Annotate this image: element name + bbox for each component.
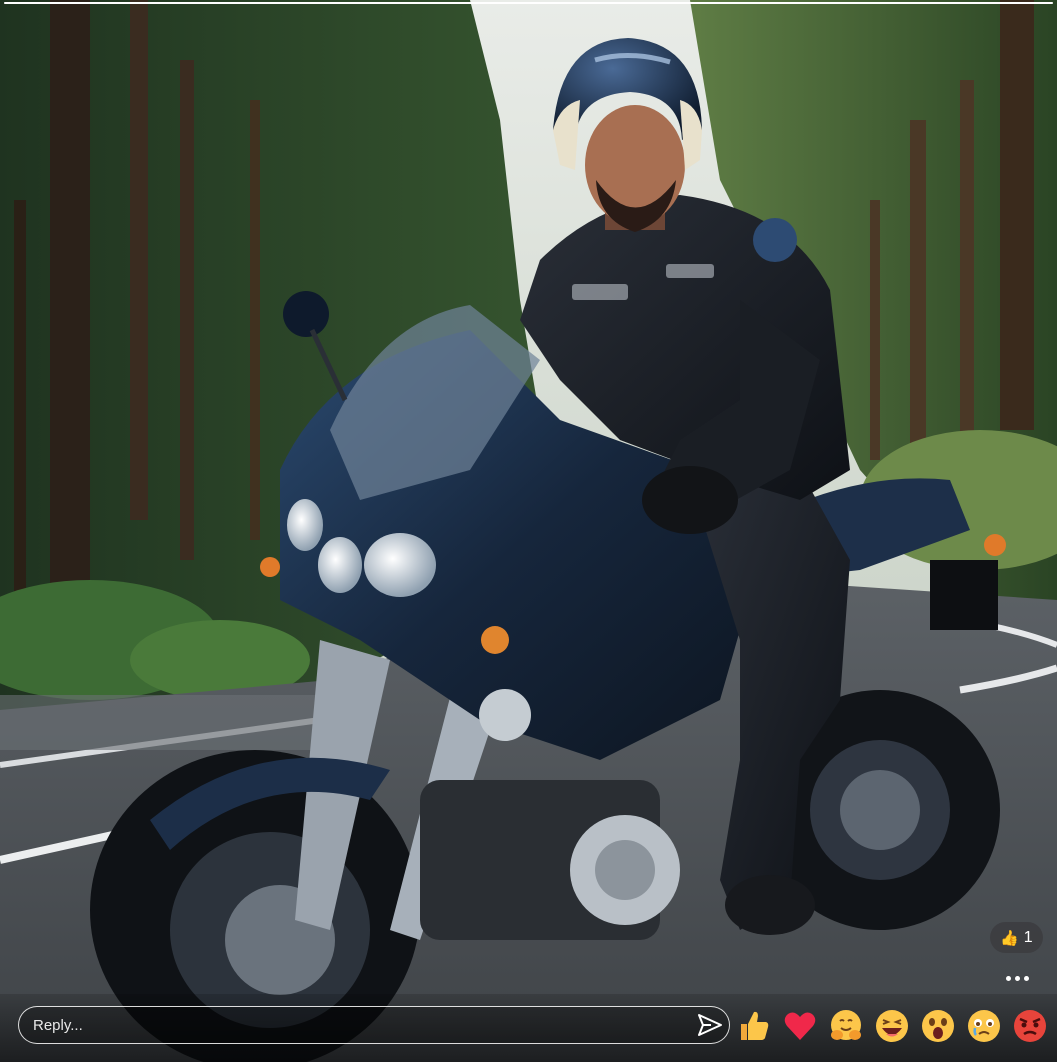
reaction-count-chip[interactable]: 👍 1 <box>990 922 1043 953</box>
more-options-button[interactable] <box>1000 966 1034 990</box>
red-heart-emoji[interactable] <box>782 1008 818 1044</box>
reply-input[interactable] <box>31 1007 675 1044</box>
more-dot <box>1014 975 1020 981</box>
surprised-face-emoji[interactable] <box>920 1008 956 1044</box>
thumbs-up-icon: 👍 <box>1000 928 1019 947</box>
crying-face-emoji[interactable] <box>966 1008 1002 1044</box>
angry-face-emoji[interactable] <box>1012 1008 1048 1044</box>
story-progress-bar <box>4 2 1053 4</box>
thumbs-up-emoji[interactable] <box>736 1008 772 1044</box>
quick-reactions <box>736 1008 1048 1046</box>
reaction-count: 1 <box>1023 928 1033 946</box>
story-photo <box>0 0 1057 1062</box>
laughing-face-emoji[interactable] <box>874 1008 910 1044</box>
send-icon[interactable] <box>697 1013 723 1037</box>
story-progress-fill <box>4 2 1053 4</box>
hugging-face-emoji[interactable] <box>828 1008 864 1044</box>
more-dot <box>1023 975 1029 981</box>
reply-box <box>18 1006 730 1044</box>
more-horizontal-icon <box>1005 975 1011 981</box>
